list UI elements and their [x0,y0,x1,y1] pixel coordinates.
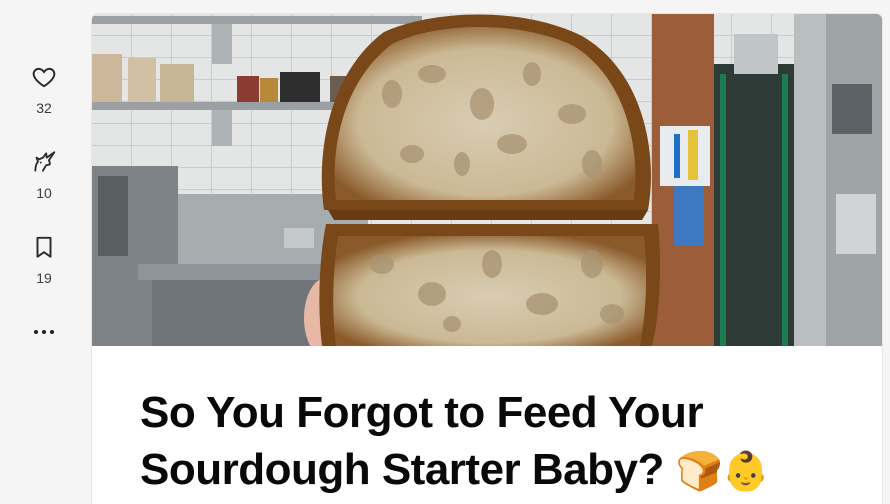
heart-reaction-button[interactable]: 32 [19,64,69,116]
bookmark-count: 19 [36,270,52,286]
heart-icon [32,67,56,88]
title-line-1: So You Forgot to Feed Your [140,388,704,437]
more-icon [32,330,56,334]
title-emoji: 🍞👶 [675,449,770,493]
unicorn-icon [34,151,56,172]
article-page: 32 10 19 So You Forgot to Feed Your Sour… [0,0,890,504]
article-card: So You Forgot to Feed Your Sourdough Sta… [92,14,882,504]
unicorn-count: 10 [36,185,52,201]
cover-image [92,14,882,346]
bookmark-reaction-button[interactable]: 19 [19,234,69,286]
article-title: So You Forgot to Feed Your Sourdough Sta… [140,384,860,500]
unicorn-reaction-button[interactable]: 10 [19,149,69,201]
bookmark-icon [36,236,52,258]
more-options-button[interactable] [19,318,69,346]
reactions-rail: 32 10 19 [0,0,90,504]
heart-count: 32 [36,100,52,116]
title-line-2: Sourdough Starter Baby? [140,445,664,494]
